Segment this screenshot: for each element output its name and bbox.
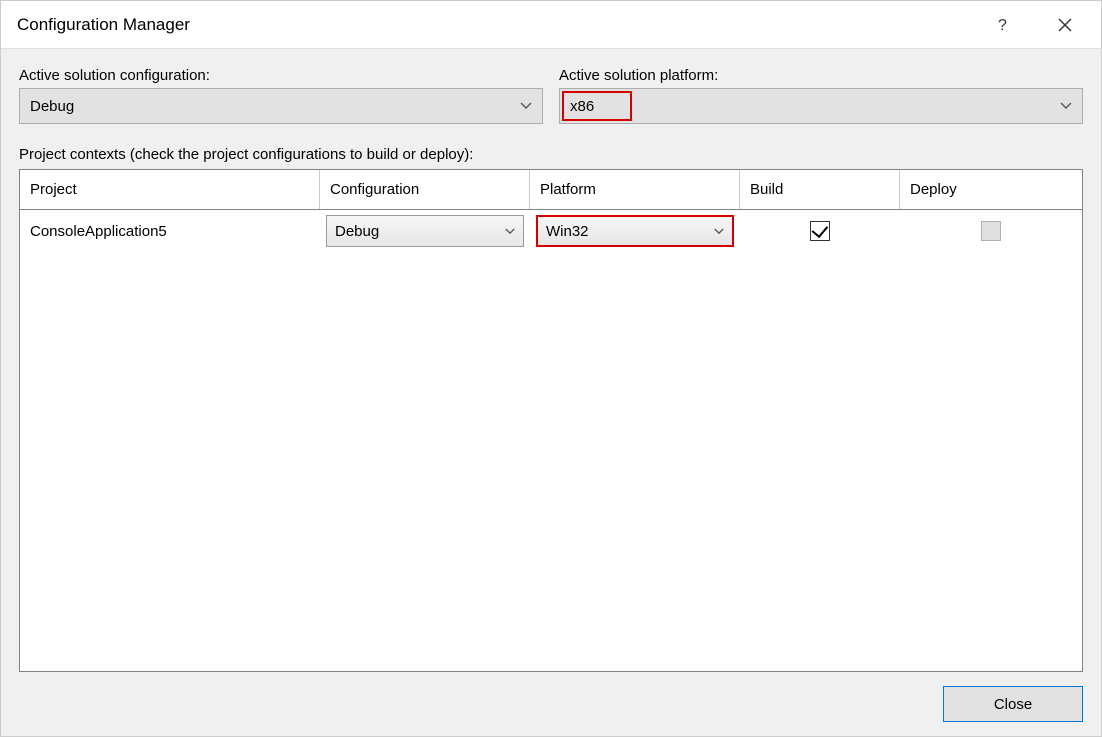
header-build[interactable]: Build <box>740 170 900 209</box>
svg-text:?: ? <box>998 17 1007 34</box>
project-contexts-label: Project contexts (check the project conf… <box>19 146 1083 163</box>
active-platform-value: x86 <box>570 98 594 115</box>
table-row: ConsoleApplication5 Debug Win32 <box>20 210 1082 252</box>
chevron-down-icon <box>505 228 515 235</box>
active-config-select[interactable]: Debug <box>19 88 543 124</box>
header-project[interactable]: Project <box>20 170 320 209</box>
header-platform[interactable]: Platform <box>530 170 740 209</box>
dialog-content: Active solution configuration: Debug Act… <box>1 49 1101 736</box>
close-button[interactable]: Close <box>943 686 1083 722</box>
active-platform-label: Active solution platform: <box>559 67 1083 84</box>
chevron-down-icon <box>1060 102 1072 110</box>
cell-build <box>740 210 900 252</box>
cell-project: ConsoleApplication5 <box>20 210 320 252</box>
build-checkbox[interactable] <box>810 221 830 241</box>
header-configuration[interactable]: Configuration <box>320 170 530 209</box>
titlebar: Configuration Manager ? <box>1 1 1101 49</box>
project-contexts-grid: Project Configuration Platform Build Dep… <box>19 169 1083 672</box>
row-configuration-value: Debug <box>335 223 379 240</box>
chevron-down-icon <box>714 228 724 235</box>
cell-deploy <box>900 210 1082 252</box>
header-deploy[interactable]: Deploy <box>900 170 1082 209</box>
window-title: Configuration Manager <box>17 15 965 35</box>
cell-platform: Win32 <box>530 210 740 252</box>
deploy-checkbox <box>981 221 1001 241</box>
active-config-label: Active solution configuration: <box>19 67 543 84</box>
chevron-down-icon <box>520 102 532 110</box>
help-button[interactable]: ? <box>985 5 1025 45</box>
row-platform-value: Win32 <box>546 223 589 240</box>
close-icon <box>1058 18 1072 32</box>
active-platform-select[interactable]: x86 <box>559 88 1083 124</box>
grid-body: ConsoleApplication5 Debug Win32 <box>20 210 1082 671</box>
help-icon: ? <box>998 16 1012 34</box>
active-config-value: Debug <box>30 98 74 115</box>
cell-configuration: Debug <box>320 210 530 252</box>
grid-header-row: Project Configuration Platform Build Dep… <box>20 170 1082 210</box>
close-window-button[interactable] <box>1045 5 1085 45</box>
row-configuration-select[interactable]: Debug <box>326 215 524 247</box>
dialog-footer: Close <box>19 672 1083 722</box>
row-platform-select[interactable]: Win32 <box>536 215 734 247</box>
